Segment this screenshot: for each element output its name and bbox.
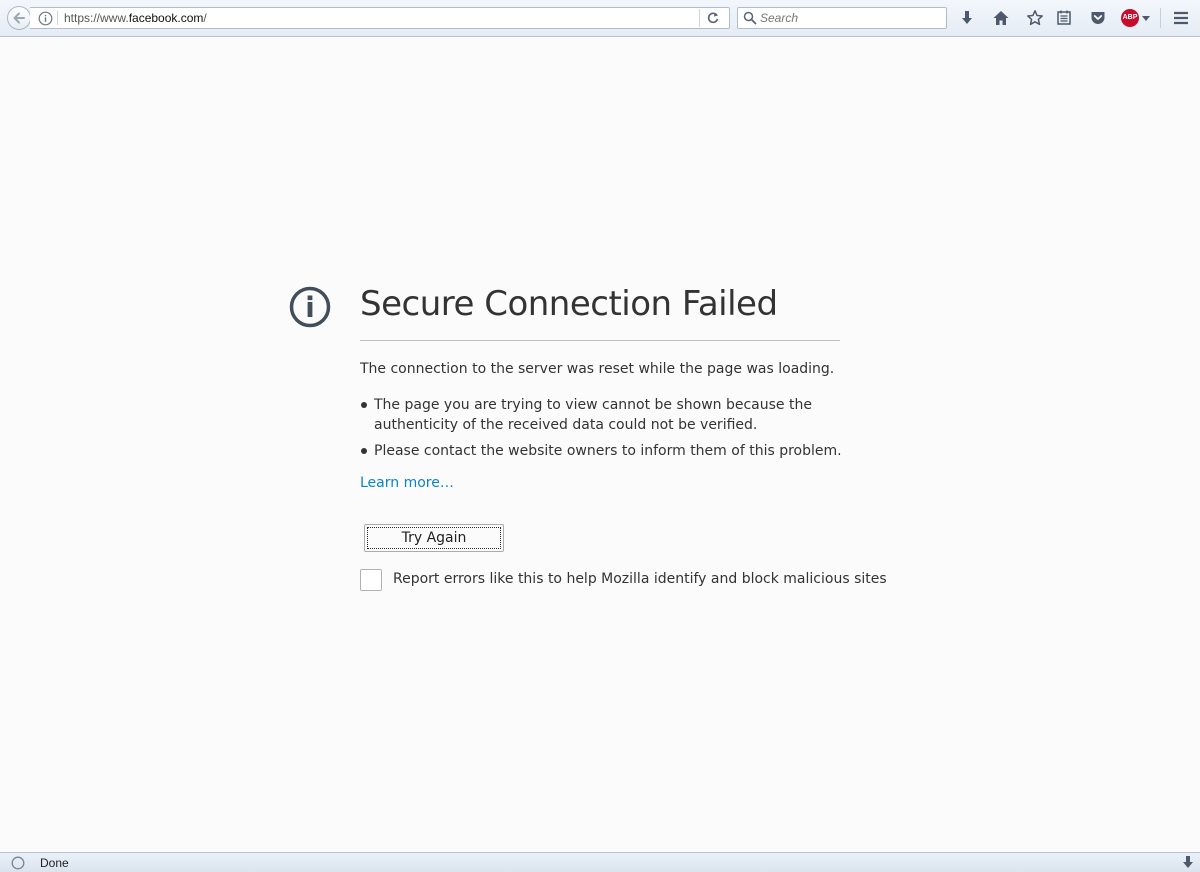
navigation-toolbar: https://www.facebook.com/ ABP — [0, 0, 1200, 37]
reading-list-icon[interactable] — [1055, 9, 1073, 27]
hamburger-menu-icon[interactable] — [1172, 9, 1190, 27]
url-path: / — [203, 11, 207, 25]
download-icon[interactable] — [958, 9, 976, 27]
back-arrow-icon — [13, 12, 25, 24]
bullet-icon — [361, 448, 367, 454]
bookmark-star-icon[interactable] — [1026, 9, 1044, 27]
url-separator — [57, 11, 58, 25]
adblock-plus-button[interactable]: ABP — [1121, 8, 1151, 28]
menu-separator — [1160, 8, 1161, 28]
reload-separator — [699, 9, 700, 27]
search-input[interactable] — [760, 9, 940, 27]
error-info-icon — [289, 286, 331, 328]
adblock-plus-icon: ABP — [1121, 9, 1139, 27]
status-text: Done — [40, 856, 69, 870]
url-bar[interactable]: https://www.facebook.com/ — [30, 7, 730, 29]
pocket-icon[interactable] — [1089, 9, 1107, 27]
search-icon — [743, 11, 757, 25]
status-loading-icon — [11, 856, 25, 870]
try-again-label: Try Again — [367, 527, 501, 549]
search-bar[interactable] — [737, 7, 947, 29]
learn-more-link[interactable]: Learn more… — [360, 475, 454, 491]
status-bar: Done — [0, 852, 1200, 872]
list-item: The page you are trying to view cannot b… — [360, 395, 850, 435]
url-scheme: https://www. — [64, 11, 129, 25]
url-text[interactable]: https://www.facebook.com/ — [64, 11, 207, 25]
chevron-down-icon — [1142, 16, 1150, 21]
report-errors-label[interactable]: Report errors like this to help Mozilla … — [393, 571, 887, 587]
report-errors-checkbox[interactable] — [360, 569, 382, 591]
error-details-list: The page you are trying to view cannot b… — [360, 395, 850, 467]
home-icon[interactable] — [992, 9, 1010, 27]
back-button[interactable] — [7, 6, 31, 30]
list-item-text: Please contact the website owners to inf… — [374, 443, 842, 459]
error-description: The connection to the server was reset w… — [360, 361, 835, 377]
error-title: Secure Connection Failed — [360, 284, 778, 324]
list-item: Please contact the website owners to inf… — [360, 441, 850, 461]
info-icon[interactable] — [38, 11, 53, 26]
download-icon[interactable] — [1181, 855, 1195, 870]
try-again-button[interactable]: Try Again — [364, 524, 504, 552]
list-item-text: The page you are trying to view cannot b… — [374, 397, 812, 433]
url-host: facebook.com — [128, 11, 204, 25]
bullet-icon — [361, 402, 367, 408]
reload-icon[interactable] — [706, 11, 720, 25]
title-divider — [360, 340, 840, 341]
